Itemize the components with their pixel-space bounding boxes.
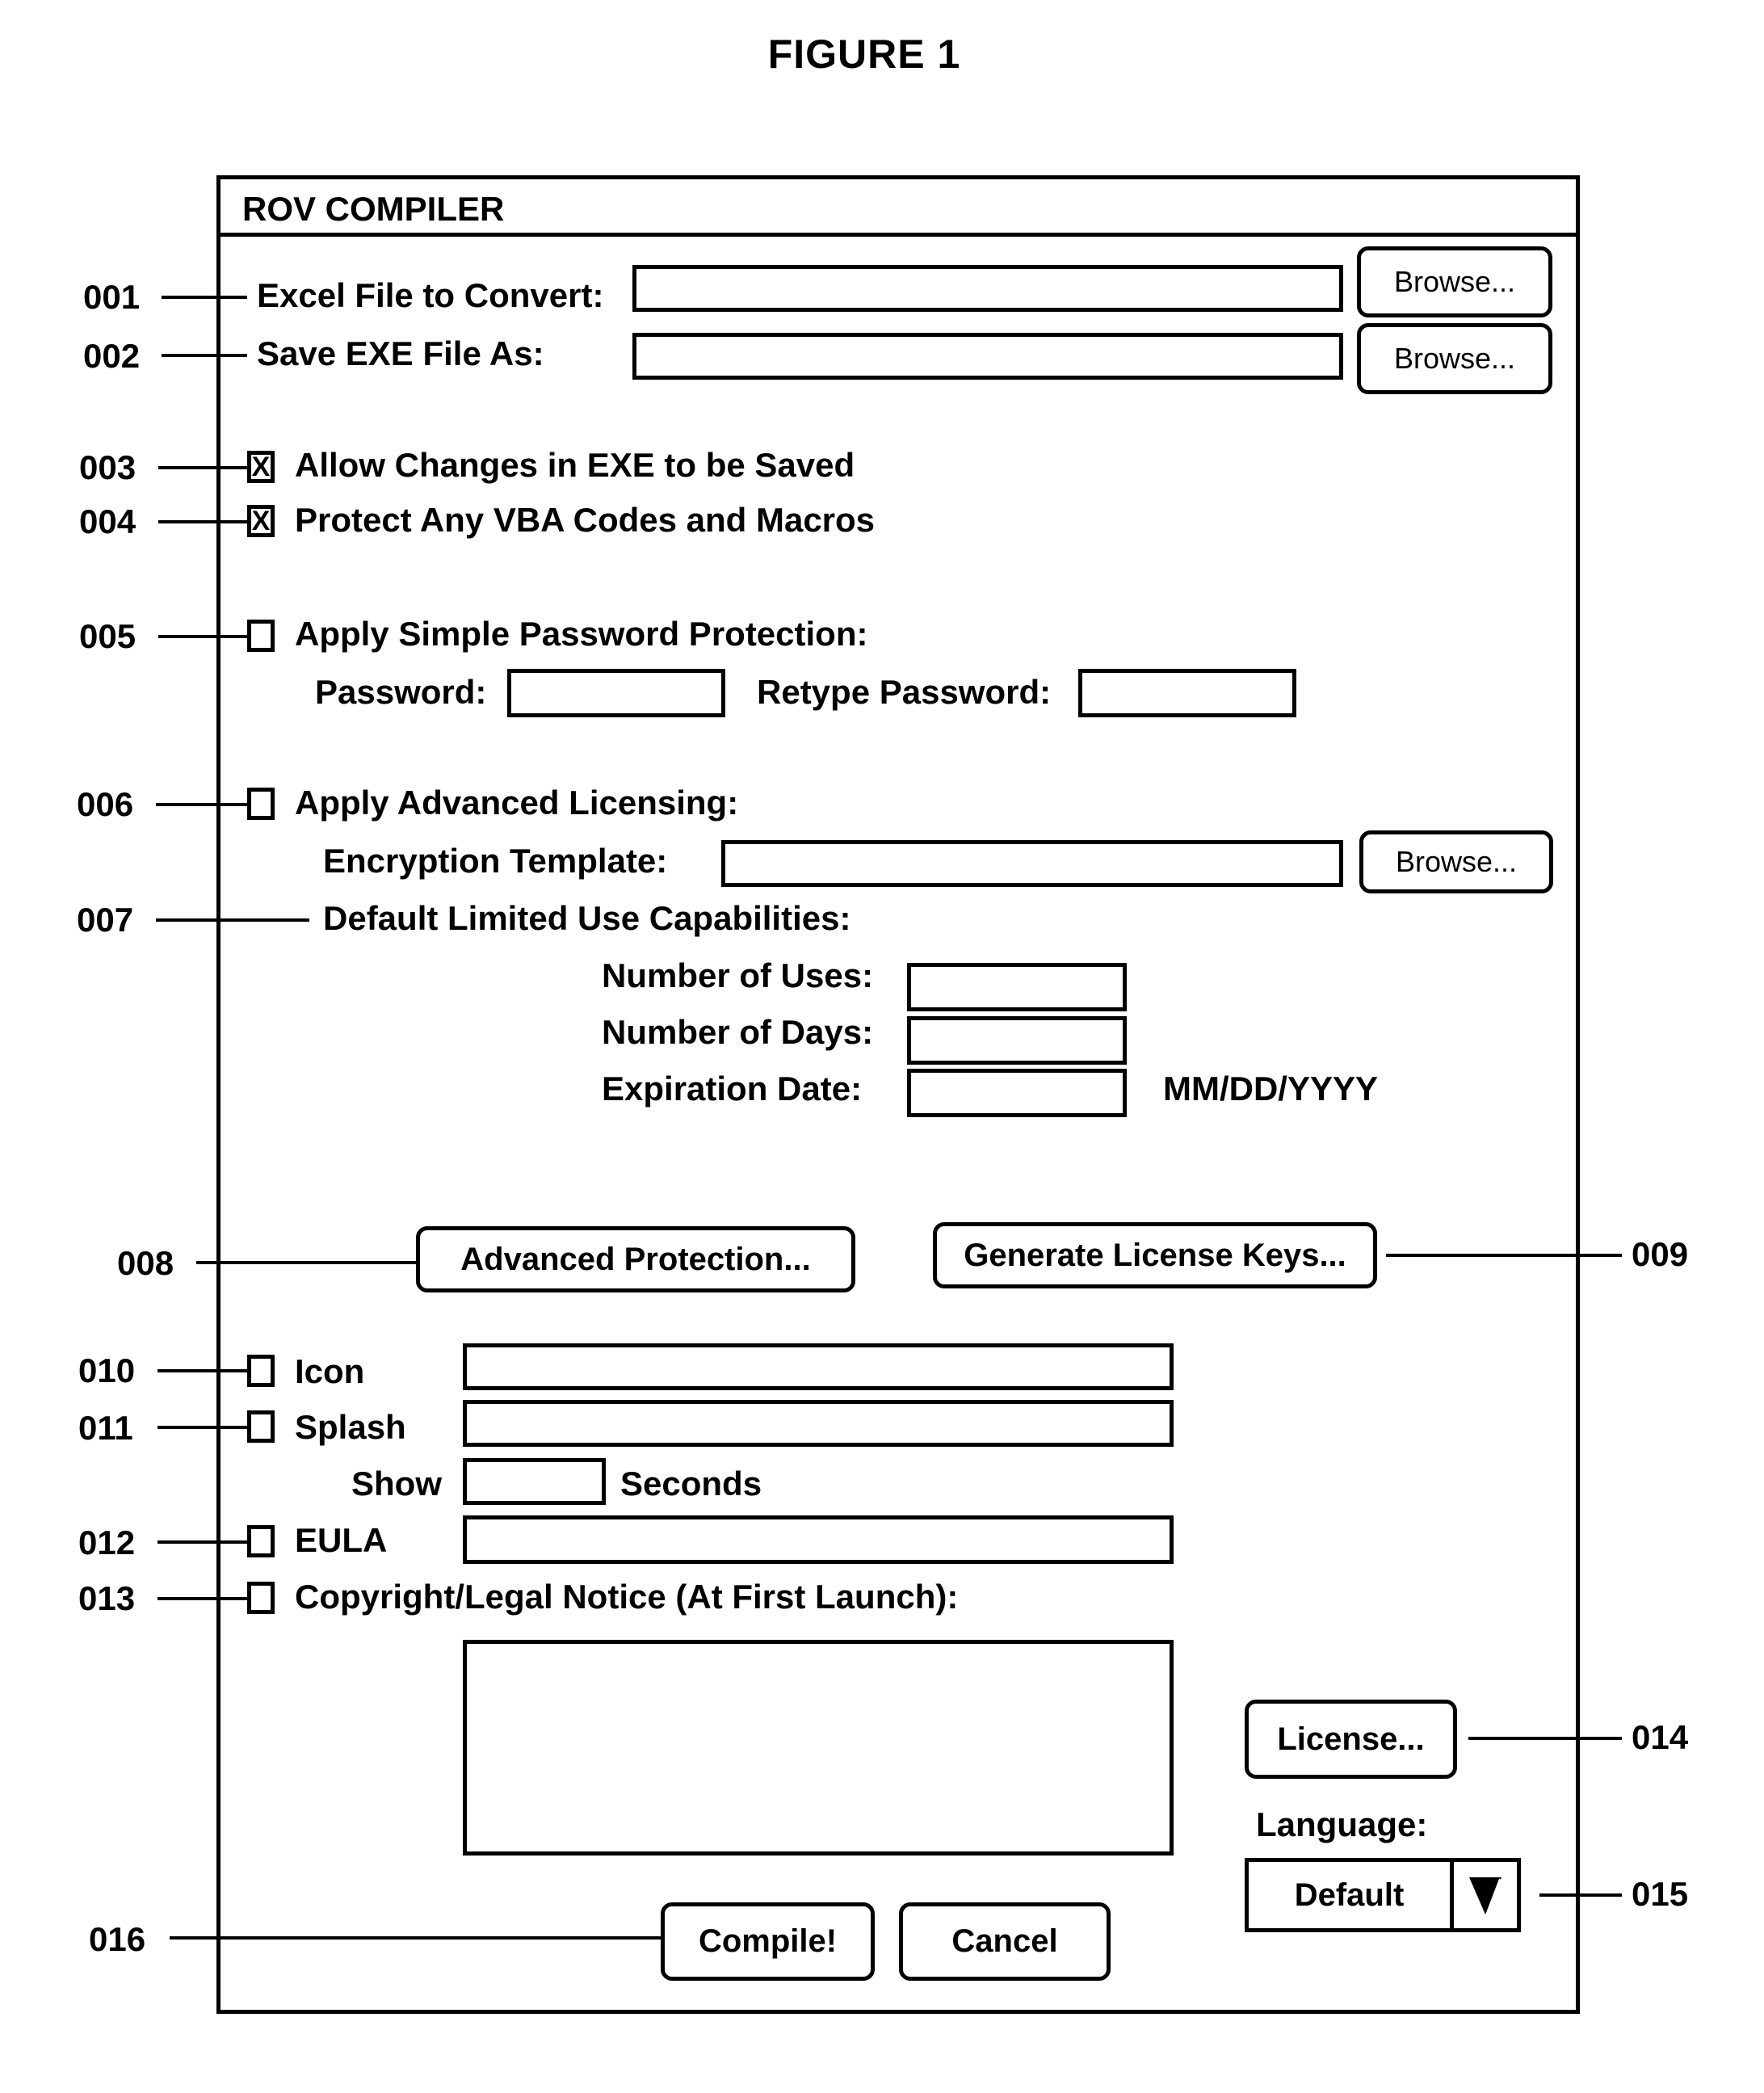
callout-010: 010 [78, 1351, 136, 1389]
cancel-button[interactable]: Cancel [899, 1902, 1111, 1981]
leader-line-004 [158, 520, 247, 523]
leader-line-013 [158, 1597, 247, 1600]
callout-013: 013 [78, 1579, 136, 1617]
leader-line-007 [156, 918, 309, 922]
callout-016: 016 [89, 1920, 146, 1958]
advanced-licensing-label: Apply Advanced Licensing: [295, 784, 739, 822]
encryption-template-input[interactable] [721, 840, 1343, 887]
callout-008: 008 [117, 1244, 174, 1282]
leader-line-008 [196, 1261, 416, 1264]
splash-label: Splash [295, 1408, 406, 1446]
license-button[interactable]: License... [1245, 1700, 1457, 1779]
callout-009: 009 [1632, 1235, 1689, 1273]
language-selected-value: Default [1249, 1862, 1454, 1928]
number-of-days-input[interactable] [907, 1016, 1127, 1065]
password-protection-checkbox[interactable] [247, 620, 275, 652]
callout-001: 001 [83, 278, 141, 316]
language-dropdown[interactable]: Default [1245, 1858, 1521, 1932]
leader-line-009 [1386, 1254, 1622, 1257]
encryption-template-label: Encryption Template: [323, 842, 668, 880]
protect-vba-checkbox[interactable]: X [247, 505, 275, 537]
generate-license-keys-button[interactable]: Generate License Keys... [933, 1222, 1377, 1288]
callout-003: 003 [79, 448, 136, 486]
advanced-licensing-checkbox[interactable] [247, 788, 275, 820]
callout-005: 005 [79, 617, 136, 655]
allow-changes-checkbox[interactable]: X [247, 451, 275, 483]
callout-012: 012 [78, 1524, 136, 1561]
password-input[interactable] [507, 669, 725, 717]
retype-password-input[interactable] [1078, 669, 1296, 717]
limited-use-label: Default Limited Use Capabilities: [323, 899, 851, 937]
date-format-hint: MM/DD/YYYY [1163, 1070, 1379, 1107]
callout-014: 014 [1632, 1718, 1689, 1756]
splash-file-input[interactable] [463, 1400, 1174, 1447]
callout-006: 006 [77, 785, 134, 823]
eula-checkbox[interactable] [247, 1525, 275, 1557]
copyright-label: Copyright/Legal Notice (At First Launch)… [295, 1578, 959, 1616]
callout-015: 015 [1632, 1875, 1689, 1913]
advanced-protection-button[interactable]: Advanced Protection... [416, 1226, 855, 1292]
excel-file-input[interactable] [632, 265, 1343, 312]
password-label: Password: [315, 673, 487, 711]
expiration-date-label: Expiration Date: [602, 1070, 863, 1107]
number-of-uses-label: Number of Uses: [602, 956, 874, 994]
leader-line-011 [158, 1426, 247, 1429]
splash-checkbox[interactable] [247, 1410, 275, 1443]
password-protection-label: Apply Simple Password Protection: [295, 615, 868, 653]
expiration-date-input[interactable] [907, 1069, 1127, 1117]
eula-label: EULA [295, 1521, 388, 1559]
eula-file-input[interactable] [463, 1515, 1174, 1564]
icon-label: Icon [295, 1352, 365, 1390]
callout-002: 002 [83, 337, 141, 375]
protect-vba-label: Protect Any VBA Codes and Macros [295, 501, 876, 539]
window-title: ROV COMPILER [242, 190, 505, 228]
callout-004: 004 [79, 502, 136, 540]
leader-line-015 [1539, 1893, 1622, 1897]
number-of-uses-input[interactable] [907, 963, 1127, 1011]
number-of-days-label: Number of Days: [602, 1013, 874, 1051]
show-label: Show [351, 1465, 442, 1503]
save-exe-input[interactable] [632, 333, 1343, 380]
icon-checkbox[interactable] [247, 1355, 275, 1387]
browse-template-button[interactable]: Browse... [1359, 830, 1553, 893]
retype-password-label: Retype Password: [757, 673, 1052, 711]
browse-save-button[interactable]: Browse... [1357, 323, 1552, 394]
leader-line-001 [162, 296, 247, 299]
callout-007: 007 [77, 901, 134, 939]
dropdown-arrow-icon[interactable] [1454, 1862, 1517, 1928]
callout-011: 011 [78, 1409, 133, 1447]
seconds-label: Seconds [620, 1465, 762, 1503]
browse-excel-button[interactable]: Browse... [1357, 246, 1552, 317]
leader-line-010 [158, 1369, 247, 1372]
icon-file-input[interactable] [463, 1343, 1174, 1390]
compile-button[interactable]: Compile! [661, 1902, 875, 1981]
leader-line-014 [1468, 1737, 1622, 1740]
leader-line-005 [158, 635, 247, 638]
excel-file-label: Excel File to Convert: [257, 276, 604, 314]
splash-seconds-input[interactable] [463, 1458, 606, 1505]
save-exe-label: Save EXE File As: [257, 334, 544, 372]
leader-line-006 [156, 803, 247, 806]
leader-line-002 [162, 354, 247, 357]
figure-title: FIGURE 1 [767, 32, 961, 77]
leader-line-003 [158, 466, 247, 469]
language-label: Language: [1256, 1805, 1428, 1843]
copyright-checkbox[interactable] [247, 1582, 275, 1614]
copyright-notice-textarea[interactable] [463, 1640, 1174, 1856]
leader-line-012 [158, 1540, 247, 1544]
leader-line-016 [170, 1936, 661, 1940]
allow-changes-label: Allow Changes in EXE to be Saved [295, 446, 855, 484]
